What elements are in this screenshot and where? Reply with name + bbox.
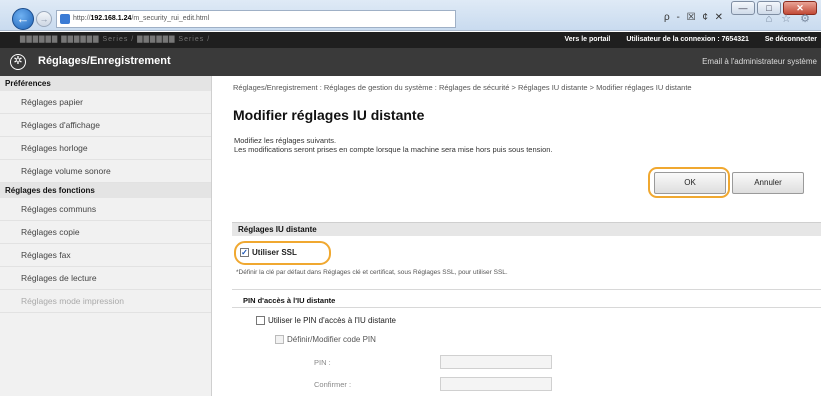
device-name: ▇▇▇▇▇▇ ▇▇▇▇▇▇ Series / ▇▇▇▇▇▇ Series / xyxy=(20,36,211,43)
breadcrumb: Réglages/Enregistrement : Réglages de ge… xyxy=(233,83,692,92)
logout-link[interactable]: Se déconnecter xyxy=(765,36,817,43)
top-header: ▇▇▇▇▇▇ ▇▇▇▇▇▇ Series / ▇▇▇▇▇▇ Series / V… xyxy=(0,32,821,48)
back-button[interactable]: ← xyxy=(12,8,34,30)
portal-link[interactable]: Vers le portail xyxy=(564,36,610,43)
ssl-note: *Définir la clé par défaut dans Réglages… xyxy=(236,269,508,276)
sidebar-section-preferences: Préférences xyxy=(0,76,211,91)
sidebar-item-paper[interactable]: Réglages papier xyxy=(0,91,211,114)
sidebar-item-display[interactable]: Réglages d'affichage xyxy=(0,114,211,137)
sidebar-item-clock[interactable]: Réglages horloge xyxy=(0,137,211,160)
sidebar-item-scan[interactable]: Réglages de lecture xyxy=(0,267,211,290)
browser-icons[interactable]: ⌂ ☆ ⚙ xyxy=(766,12,813,25)
use-pin-checkbox[interactable] xyxy=(256,316,265,325)
cancel-button[interactable]: Annuler xyxy=(732,172,804,194)
settings-register-icon: ✲ xyxy=(10,54,26,70)
ok-highlight-callout xyxy=(648,167,730,198)
sidebar-section-functions: Réglages des fonctions xyxy=(0,183,211,198)
define-pin-checkbox[interactable] xyxy=(275,335,284,344)
section-remote-ui-settings: Réglages IU distante xyxy=(232,222,821,236)
define-pin-label: Définir/Modifier code PIN xyxy=(287,335,376,344)
pin-label: PIN : xyxy=(314,358,331,367)
app-header: ✲ Réglages/Enregistrement Email à l'admi… xyxy=(0,48,821,76)
sidebar-item-volume[interactable]: Réglage volume sonore xyxy=(0,160,211,183)
define-pin-option[interactable]: Définir/Modifier code PIN xyxy=(275,335,376,344)
use-pin-label: Utiliser le PIN d'accès à l'IU distante xyxy=(268,316,396,325)
url-host: 192.168.1.24 xyxy=(90,15,132,22)
description-line-1: Modifiez les réglages suivants. xyxy=(234,136,337,145)
minimize-button[interactable]: — xyxy=(731,1,755,15)
main-content: Réglages/Enregistrement : Réglages de ge… xyxy=(218,76,821,396)
sidebar-item-common[interactable]: Réglages communs xyxy=(0,198,211,221)
divider xyxy=(232,307,821,308)
app-title: Réglages/Enregistrement xyxy=(38,55,171,67)
description-line-2: Les modifications seront prises en compt… xyxy=(234,145,553,154)
sidebar-item-print[interactable]: Réglages mode impression xyxy=(0,290,211,313)
url-prefix: http:// xyxy=(73,15,91,22)
forward-button[interactable]: → xyxy=(36,11,52,27)
ssl-highlight-callout xyxy=(234,241,331,265)
address-tools[interactable]: ρ - ☒ ¢ ✕ xyxy=(664,12,725,23)
admin-mail-link[interactable]: Email à l'administrateur système xyxy=(702,57,817,66)
page-title: Modifier réglages IU distante xyxy=(233,107,425,123)
pin-input[interactable] xyxy=(440,355,552,369)
confirm-label: Confirmer : xyxy=(314,380,352,389)
user-label: Utilisateur de la connexion : 7654321 xyxy=(626,36,749,43)
sidebar: Préférences Réglages papier Réglages d'a… xyxy=(0,76,212,396)
page-description: Modifiez les réglages suivants. Les modi… xyxy=(234,136,634,154)
use-pin-option[interactable]: Utiliser le PIN d'accès à l'IU distante xyxy=(256,316,396,325)
browser-toolbar: — □ ✕ ← → http://192.168.1.24/m_security… xyxy=(0,0,821,31)
pin-section-title: PIN d'accès à l'IU distante xyxy=(243,296,336,305)
page-icon xyxy=(60,14,70,24)
divider xyxy=(232,289,821,290)
sidebar-item-copy[interactable]: Réglages copie xyxy=(0,221,211,244)
address-bar[interactable]: http://192.168.1.24/m_security_rui_edit.… xyxy=(56,10,456,28)
confirm-pin-input[interactable] xyxy=(440,377,552,391)
url-path: /m_security_rui_edit.html xyxy=(131,15,210,22)
sidebar-item-fax[interactable]: Réglages fax xyxy=(0,244,211,267)
